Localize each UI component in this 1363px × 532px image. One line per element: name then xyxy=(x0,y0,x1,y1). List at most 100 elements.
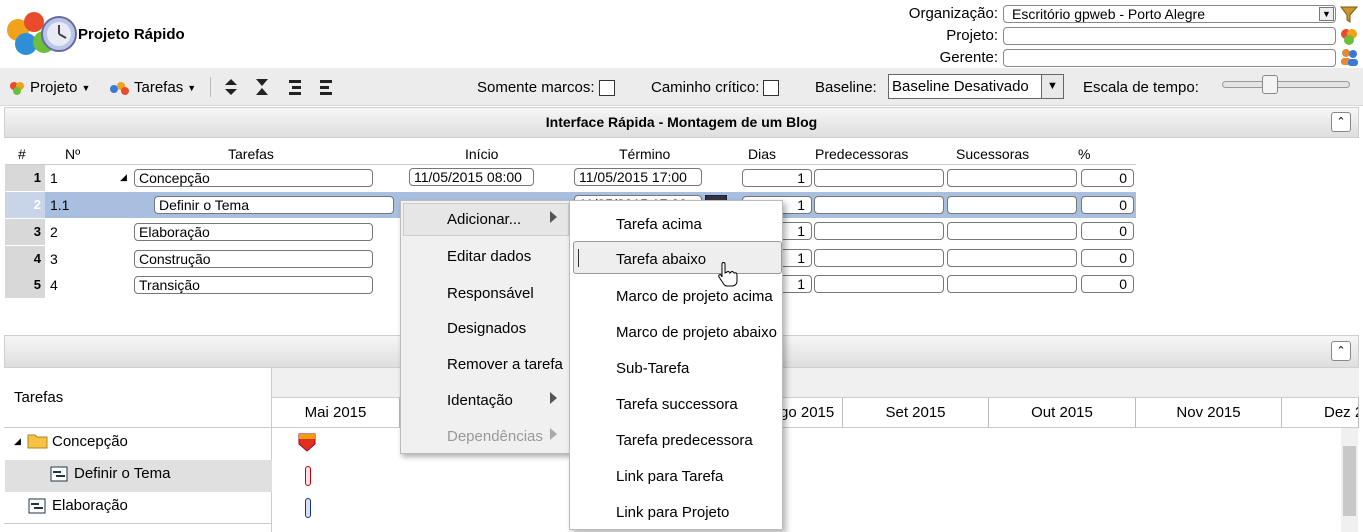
gantt-task-bar[interactable] xyxy=(305,498,311,518)
percent-field[interactable]: 0 xyxy=(1081,169,1134,187)
submenu-task-below[interactable]: Tarefa abaixo xyxy=(616,251,706,268)
successors-field[interactable] xyxy=(947,169,1077,187)
task-icon xyxy=(28,498,46,514)
row-number: 4 xyxy=(5,246,45,272)
percent-field[interactable]: 0 xyxy=(1081,249,1134,267)
month-header: Out 2015 xyxy=(989,398,1136,428)
submenu-predecessor[interactable]: Tarefa predecessora xyxy=(616,432,753,449)
menu-item-indent[interactable]: Identação xyxy=(447,392,513,409)
end-date-field[interactable]: 11/05/2015 17:00 xyxy=(574,168,702,186)
days-field[interactable]: 1 xyxy=(742,169,812,187)
predecessors-field[interactable] xyxy=(814,249,944,267)
submenu-link-project[interactable]: Link para Projeto xyxy=(616,504,729,521)
col-no: Nº xyxy=(65,146,81,162)
percent-field[interactable]: 0 xyxy=(1081,196,1134,214)
baseline-label: Baseline: xyxy=(815,79,877,96)
successors-field[interactable] xyxy=(947,196,1077,214)
predecessors-field[interactable] xyxy=(814,196,944,214)
col-predecessors: Predecessoras xyxy=(815,146,909,162)
filter-icon[interactable] xyxy=(1339,4,1359,24)
predecessors-field[interactable] xyxy=(814,169,944,187)
col-tasks: Tarefas xyxy=(228,146,274,162)
project-menu-label: Projeto xyxy=(30,79,78,96)
outdent-icon[interactable] xyxy=(319,78,333,96)
collapse-icon[interactable]: ⌃ xyxy=(1331,341,1351,361)
task-name-field[interactable]: Elaboração xyxy=(134,223,373,241)
task-name-field[interactable]: Transição xyxy=(134,276,373,294)
expand-icon[interactable]: ◢ xyxy=(14,436,21,447)
menu-item-remove[interactable]: Remover a tarefa xyxy=(447,356,563,373)
move-updown-icon[interactable] xyxy=(224,78,238,96)
timescale-slider-track[interactable] xyxy=(1222,81,1350,88)
start-date-field[interactable]: 11/05/2015 08:00 xyxy=(409,168,534,186)
menu-item-edit[interactable]: Editar dados xyxy=(447,248,531,265)
toolbar-divider xyxy=(210,77,211,97)
gantt-task-name[interactable]: Concepção xyxy=(52,433,128,450)
submenu-arrow-icon xyxy=(550,392,557,404)
col-hash: # xyxy=(18,146,26,162)
gantt-milestone-bar[interactable] xyxy=(297,433,317,453)
chevron-down-icon[interactable]: ▼ xyxy=(1319,7,1334,21)
successors-field[interactable] xyxy=(947,275,1077,293)
milestones-only-checkbox[interactable] xyxy=(598,79,615,96)
gantt-task-bar[interactable] xyxy=(305,466,311,486)
task-name-field[interactable]: Construção xyxy=(134,250,373,268)
tasks-menu[interactable]: Tarefas ▼ xyxy=(108,79,196,96)
timescale-slider-handle[interactable] xyxy=(1262,75,1278,94)
users-icon[interactable] xyxy=(1339,47,1359,67)
row-wbs: 1.1 xyxy=(50,197,70,213)
month-header: Dez 2015 xyxy=(1282,398,1359,428)
task-name-field[interactable]: Definir o Tema xyxy=(154,196,394,214)
project-field[interactable] xyxy=(1003,27,1336,45)
hand-cursor-icon xyxy=(718,262,738,287)
predecessors-field[interactable] xyxy=(814,222,944,240)
indent-icon[interactable] xyxy=(288,78,302,96)
percent-field[interactable]: 0 xyxy=(1081,222,1134,240)
submenu-subtask[interactable]: Sub-Tarefa xyxy=(616,360,689,377)
collapse-all-icon[interactable] xyxy=(255,78,269,96)
menu-item-responsible[interactable]: Responsável xyxy=(447,285,534,302)
col-start: Início xyxy=(465,146,499,162)
submenu-successor[interactable]: Tarefa successora xyxy=(616,396,738,413)
manager-label: Gerente: xyxy=(939,49,998,66)
submenu-milestone-below[interactable]: Marco de projeto abaixo xyxy=(616,324,777,341)
percent-field[interactable]: 0 xyxy=(1081,275,1134,293)
milestones-only-label: Somente marcos: xyxy=(477,79,595,96)
submenu-arrow-icon xyxy=(550,428,557,440)
month-header: Nov 2015 xyxy=(1136,398,1282,428)
gantt-scrollbar[interactable] xyxy=(1341,428,1358,532)
manager-field[interactable] xyxy=(1003,49,1336,67)
menu-item-assigned[interactable]: Designados xyxy=(447,320,526,337)
project-picker-icon[interactable] xyxy=(1339,26,1359,46)
row-wbs: 4 xyxy=(50,277,58,293)
successors-field[interactable] xyxy=(947,222,1077,240)
submenu-task-above[interactable]: Tarefa acima xyxy=(616,216,702,233)
successors-field[interactable] xyxy=(947,249,1077,267)
caret-down-icon: ▼ xyxy=(81,82,91,93)
gantt-task-name[interactable]: Elaboração xyxy=(52,497,128,514)
collapse-icon[interactable]: ⌃ xyxy=(1331,112,1351,132)
col-end: Término xyxy=(619,146,671,162)
menu-item-add[interactable]: Adicionar... xyxy=(447,211,521,228)
row-number: 1 xyxy=(5,165,45,191)
predecessors-field[interactable] xyxy=(814,275,944,293)
submenu-milestone-above[interactable]: Marco de projeto acima xyxy=(616,288,773,305)
expand-icon[interactable]: ◢ xyxy=(120,172,127,183)
gantt-task-name[interactable]: Definir o Tema xyxy=(74,465,170,482)
critical-path-checkbox[interactable] xyxy=(763,79,780,96)
month-header: Mai 2015 xyxy=(272,398,400,428)
row-number: 5 xyxy=(5,272,45,298)
baseline-select[interactable]: Baseline Desativado ▼ xyxy=(888,74,1064,99)
milestones-only-filter: Somente marcos: xyxy=(477,79,615,96)
submenu-arrow-icon xyxy=(550,211,557,223)
submenu-link-task[interactable]: Link para Tarefa xyxy=(616,468,723,485)
tasks-menu-label: Tarefas xyxy=(134,79,184,96)
row-number: 2 xyxy=(5,192,45,218)
folder-icon xyxy=(27,434,48,449)
project-menu[interactable]: Projeto ▼ xyxy=(8,79,90,96)
row-wbs: 2 xyxy=(50,224,58,240)
row-number: 3 xyxy=(5,219,45,245)
organization-select[interactable]: Escritório gpweb - Porto Alegre ▼ xyxy=(1003,5,1336,23)
task-name-field[interactable]: Concepção xyxy=(134,169,373,187)
gantt-tasks-header: Tarefas xyxy=(14,389,64,406)
